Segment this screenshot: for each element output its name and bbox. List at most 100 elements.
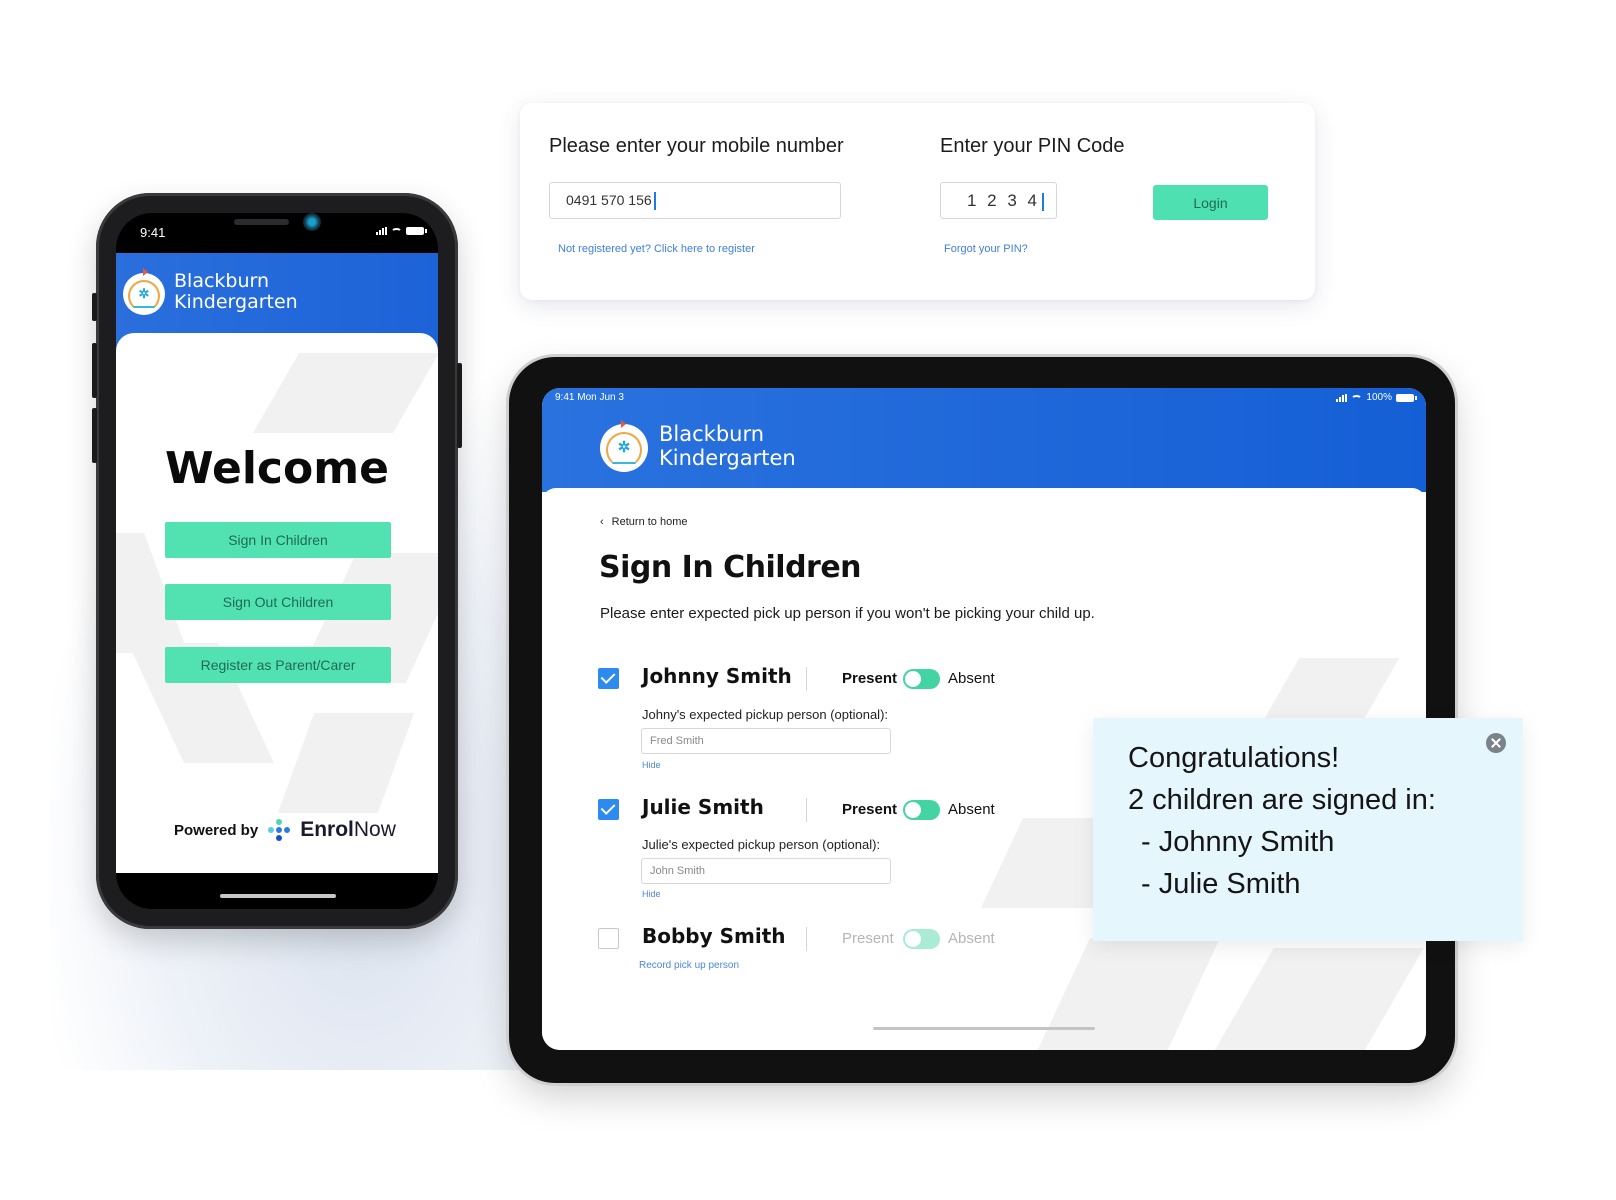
record-pickup-link[interactable]: Record pick up person (639, 960, 739, 971)
present-label: Present (842, 801, 898, 818)
battery-percent: 100% (1366, 392, 1392, 403)
close-icon[interactable] (1486, 733, 1506, 753)
bg-shape (1034, 938, 1220, 1050)
pin-value: 1 2 3 4 (967, 191, 1040, 210)
welcome-screen: Welcome Sign In Children Sign Out Childr… (116, 333, 438, 873)
child-checkbox[interactable] (598, 928, 619, 949)
hide-link[interactable]: Hide (642, 760, 661, 770)
attendance-toggle[interactable] (903, 669, 940, 689)
phone-device: 9:41 ✲ Blackburn Kindergarten Welcome Si… (92, 193, 462, 929)
child-checkbox[interactable] (598, 668, 619, 689)
child-row-julie: Julie Smith Present Absent (598, 795, 1018, 825)
divider (806, 927, 807, 951)
pickup-label: Julie's expected pickup person (optional… (642, 837, 881, 852)
phone-volume-down (92, 408, 97, 463)
sign-out-children-button[interactable]: Sign Out Children (165, 584, 391, 620)
divider (806, 798, 807, 822)
child-row-bobby: Bobby Smith Present Absent (598, 924, 1018, 954)
enrolnow-logo-icon (268, 819, 291, 841)
pin-input[interactable]: 1 2 3 4 (940, 182, 1057, 219)
app-header: 9:41 Mon Jun 3 100% ✲ Blackburn Kinderga… (542, 388, 1426, 492)
text-caret (653, 192, 656, 211)
child-checkbox[interactable] (598, 799, 619, 820)
brand-name: Blackburn Kindergarten (174, 270, 298, 314)
logo-flag-icon (621, 420, 626, 428)
return-home-label: Return to home (611, 516, 688, 528)
welcome-heading: Welcome (165, 443, 389, 494)
logo-flag-icon (143, 268, 148, 276)
toast-child-item: - Julie Smith (1141, 868, 1301, 900)
status-time: 9:41 Mon Jun 3 (555, 392, 624, 403)
page-subtitle: Please enter expected pick up person if … (600, 605, 1095, 622)
phone-power-button (457, 363, 462, 448)
brand-line-1: Blackburn (659, 422, 765, 446)
return-home-link[interactable]: ‹ Return to home (600, 516, 688, 528)
bg-shape (277, 713, 415, 813)
kindergarten-logo-icon: ✲ (123, 273, 165, 315)
attendance-toggle[interactable] (903, 800, 940, 820)
child-name: Julie Smith (642, 795, 764, 819)
wifi-icon (391, 228, 402, 236)
brand-name: Blackburn Kindergarten (659, 422, 796, 470)
home-indicator[interactable] (220, 894, 336, 898)
attendance-toggle[interactable] (903, 929, 940, 949)
absent-label: Absent (948, 930, 995, 947)
child-name: Bobby Smith (642, 924, 786, 948)
battery-icon (1396, 393, 1417, 402)
phone-screen: 9:41 ✲ Blackburn Kindergarten Welcome Si… (116, 213, 438, 909)
phone-mute-switch (92, 293, 97, 321)
pickup-label: Johny's expected pickup person (optional… (642, 707, 889, 722)
register-parent-button[interactable]: Register as Parent/Carer (165, 647, 391, 683)
kindergarten-logo-icon: ✲ (600, 424, 648, 472)
home-indicator[interactable] (873, 1027, 1095, 1030)
bg-shape (1210, 948, 1424, 1050)
mobile-label: Please enter your mobile number (549, 135, 844, 157)
powered-by: Powered by EnrolNow (174, 818, 396, 842)
login-card: Please enter your mobile number 0491 570… (520, 103, 1315, 300)
child-name: Johnny Smith (642, 664, 792, 688)
absent-label: Absent (948, 670, 995, 687)
powered-by-label: Powered by (174, 821, 259, 839)
signal-icon (376, 227, 387, 235)
success-toast: Congratulations! 2 children are signed i… (1093, 718, 1523, 941)
bg-shape (1264, 658, 1400, 718)
phone-volume-up (92, 343, 97, 398)
register-link[interactable]: Not registered yet? Click here to regist… (558, 243, 755, 255)
status-time: 9:41 (140, 225, 166, 240)
battery-icon (406, 227, 427, 235)
mobile-value: 0491 570 156 (566, 192, 652, 208)
absent-label: Absent (948, 801, 995, 818)
toast-message: 2 children are signed in: (1128, 784, 1436, 816)
status-icons (376, 227, 427, 236)
forgot-pin-link[interactable]: Forgot your PIN? (944, 243, 1028, 255)
wifi-icon (1351, 394, 1363, 403)
enrol-bold: Enrol (300, 818, 354, 841)
signal-icon (1336, 393, 1348, 402)
status-icons: 100% (1336, 392, 1417, 403)
sign-in-children-button[interactable]: Sign In Children (165, 522, 391, 558)
pickup-input[interactable]: John Smith (641, 858, 891, 884)
brand-line-1: Blackburn (174, 270, 270, 292)
login-button[interactable]: Login (1153, 185, 1268, 220)
pin-label: Enter your PIN Code (940, 135, 1125, 157)
toast-child-item: - Johnny Smith (1141, 826, 1335, 858)
divider (806, 667, 807, 691)
hide-link[interactable]: Hide (642, 889, 661, 899)
page-title: Sign In Children (599, 550, 862, 585)
speaker (234, 219, 289, 225)
brand-line-2: Kindergarten (174, 291, 298, 314)
chevron-left-icon: ‹ (600, 516, 604, 528)
brand-line-2: Kindergarten (659, 445, 796, 470)
mobile-input[interactable]: 0491 570 156 (549, 182, 841, 219)
enrol-light: Now (353, 818, 396, 841)
toast-title: Congratulations! (1128, 742, 1340, 774)
enrolnow-wordmark: EnrolNow (300, 818, 396, 842)
phone-notch (192, 213, 360, 237)
present-label: Present (842, 930, 894, 947)
present-label: Present (842, 670, 898, 687)
bg-shape (252, 353, 438, 433)
child-row-johnny: Johnny Smith Present Absent (598, 664, 1018, 694)
pickup-input[interactable]: Fred Smith (641, 728, 891, 754)
text-caret (1042, 192, 1044, 211)
camera (303, 213, 321, 231)
